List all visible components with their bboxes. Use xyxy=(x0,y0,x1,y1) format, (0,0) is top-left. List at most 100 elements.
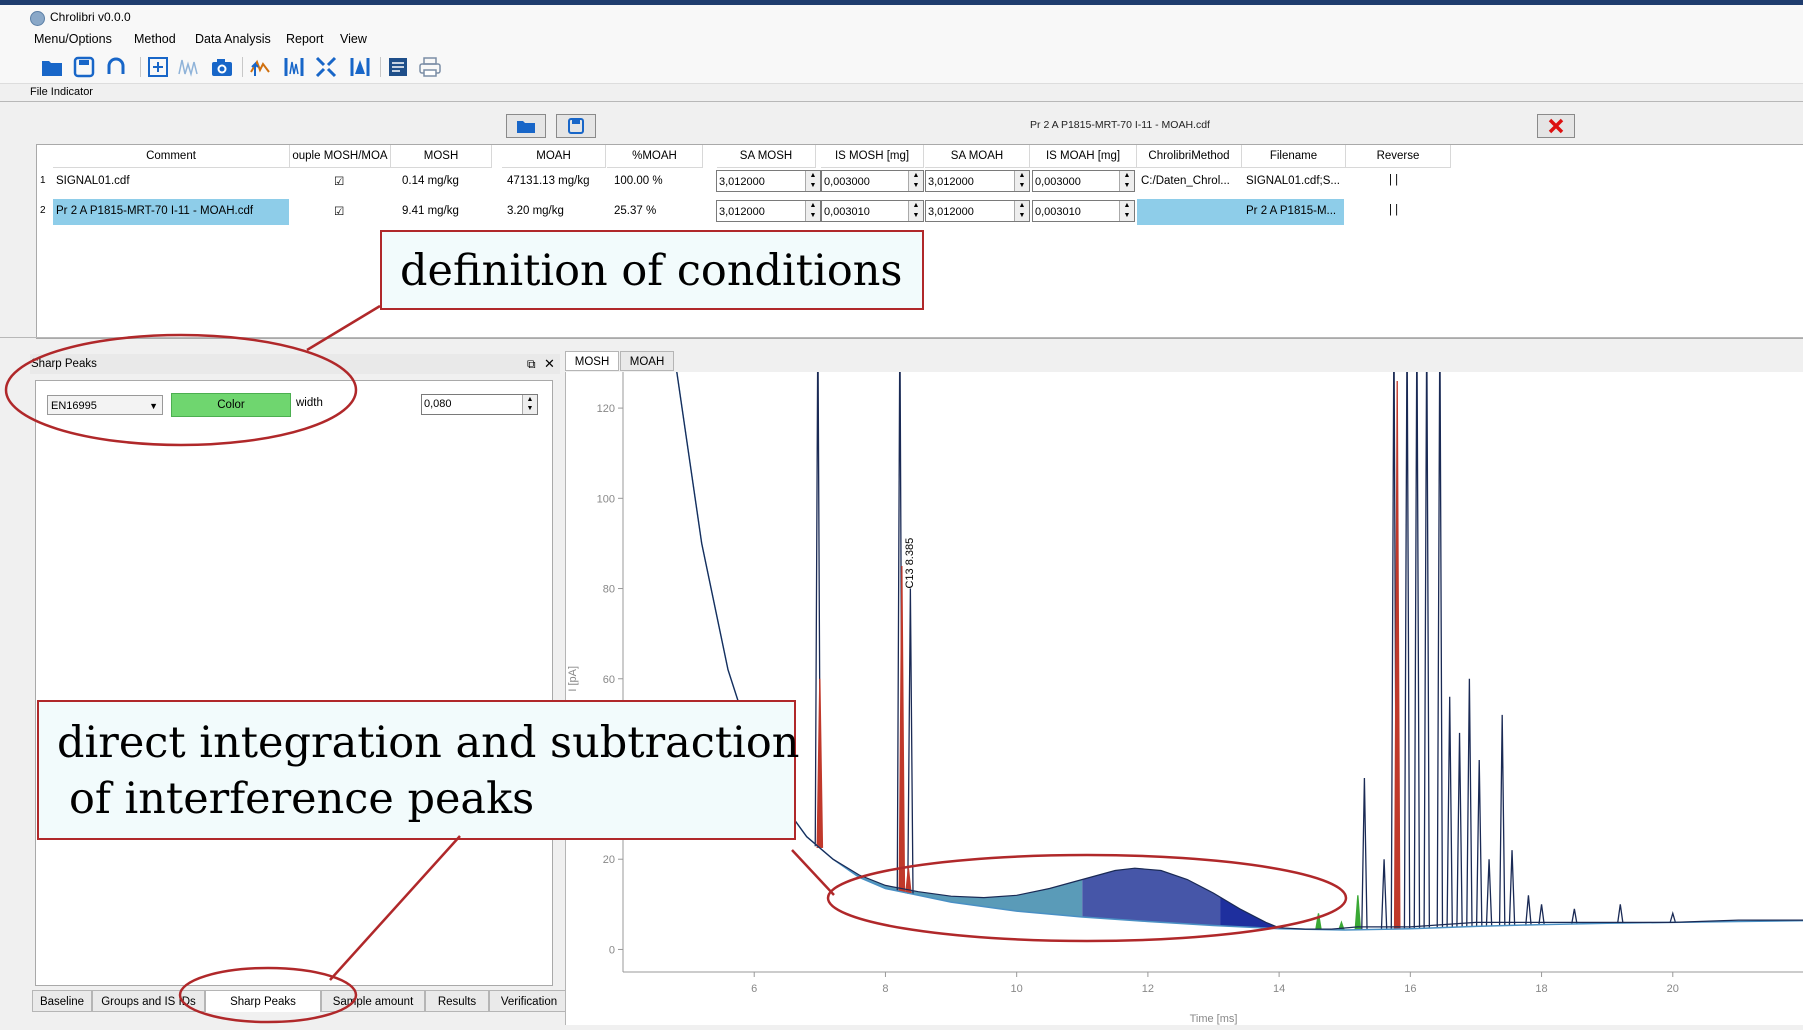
y-tick-label: 120 xyxy=(597,403,615,415)
col-header-pmoah[interactable]: %MOAH xyxy=(607,145,703,168)
open-file-button[interactable] xyxy=(506,114,546,138)
print-icon[interactable] xyxy=(418,55,442,79)
menu-report[interactable]: Report xyxy=(286,32,324,46)
x-tick-label: 16 xyxy=(1404,983,1416,995)
sharp-peak xyxy=(1618,904,1623,923)
col-header-is-mosh[interactable]: IS MOSH [mg] xyxy=(821,145,924,168)
toolbar-separator xyxy=(242,57,243,77)
spin-arrows-icon[interactable]: ▲▼ xyxy=(805,171,820,191)
tab-mosh[interactable]: MOSH xyxy=(565,351,619,371)
save-icon[interactable] xyxy=(72,55,96,79)
signal-series-line xyxy=(676,372,1803,929)
integration-fill xyxy=(1220,897,1286,929)
menu-options[interactable]: Menu/Options xyxy=(34,32,112,46)
x-tick-label: 12 xyxy=(1142,983,1154,995)
menu-data-analysis[interactable]: Data Analysis xyxy=(195,32,271,46)
integration-callout-line2: of interference peaks xyxy=(69,774,534,824)
spin-arrows-icon[interactable]: ▲▼ xyxy=(1119,171,1134,191)
sharp-peak xyxy=(1509,850,1514,925)
is-mosh-spinbox[interactable]: 0,003010▲▼ xyxy=(821,200,924,222)
x-tick-label: 20 xyxy=(1667,983,1679,995)
sharp-peak xyxy=(908,589,913,894)
x-axis-label: Time [ms] xyxy=(1190,1013,1238,1025)
chevron-down-icon: ▼ xyxy=(149,396,158,416)
chromatogram-chart[interactable]: 02040608010012068101214161820Time [ms]I … xyxy=(566,372,1803,1025)
chromatogram-chart-area[interactable]: 02040608010012068101214161820Time [ms]I … xyxy=(565,372,1803,1025)
sharp-peak xyxy=(1414,372,1419,928)
x-tick-label: 8 xyxy=(882,983,888,995)
col-header-reverse[interactable]: Reverse xyxy=(1346,145,1451,168)
width-spinbox[interactable]: 0,080 ▲▼ xyxy=(421,394,538,415)
open-folder-icon[interactable] xyxy=(40,55,64,79)
divider xyxy=(0,337,1803,338)
col-header-couple[interactable]: ouple MOSH/MOA xyxy=(290,145,391,168)
spin-arrows-icon[interactable]: ▲▼ xyxy=(522,395,537,414)
row-comment[interactable]: Pr 2 A P1815-MRT-70 I-11 - MOAH.cdf xyxy=(56,205,286,217)
row-couple-checkbox[interactable]: ☑ xyxy=(334,204,344,218)
color-button[interactable]: Color xyxy=(171,393,291,417)
sa-moah-spinbox[interactable]: 3,012000▲▼ xyxy=(925,200,1030,222)
col-header-sa-moah[interactable]: SA MOAH xyxy=(925,145,1030,168)
sa-mosh-spinbox[interactable]: 3,012000▲▼ xyxy=(716,170,821,192)
row-method[interactable]: C:/Daten_Chrol... xyxy=(1141,175,1230,187)
spin-arrows-icon[interactable]: ▲▼ xyxy=(908,201,923,221)
sharp-peak xyxy=(1526,895,1531,925)
tab-sharp-peaks[interactable]: Sharp Peaks xyxy=(205,990,321,1012)
undo-icon[interactable] xyxy=(104,55,128,79)
baseline-icon[interactable] xyxy=(248,55,272,79)
conditions-callout-text: definition of conditions xyxy=(400,246,902,296)
spin-arrows-icon[interactable]: ▲▼ xyxy=(908,171,923,191)
is-mosh-spinbox[interactable]: 0,003000▲▼ xyxy=(821,170,924,192)
row-comment[interactable]: SIGNAL01.cdf xyxy=(56,175,130,187)
report-icon[interactable] xyxy=(386,55,410,79)
sharp-peak xyxy=(1486,859,1491,926)
sa-moah-spinbox[interactable]: 3,012000 ▲▼ xyxy=(925,170,1030,192)
col-header-comment[interactable]: Comment xyxy=(53,145,290,168)
spin-arrows-icon[interactable]: ▲▼ xyxy=(1119,201,1134,221)
close-file-button[interactable] xyxy=(1537,114,1575,138)
spin-arrows-icon[interactable]: ▲▼ xyxy=(1014,201,1029,221)
col-header-moah[interactable]: MOAH xyxy=(502,145,606,168)
col-header-is-moah[interactable]: IS MOAH [mg] xyxy=(1030,145,1137,168)
sharp-peaks-panel xyxy=(35,380,553,986)
peaks-icon[interactable] xyxy=(348,55,372,79)
row-couple-checkbox[interactable]: ☑ xyxy=(334,174,344,188)
undock-icon[interactable]: ⧉ xyxy=(527,354,536,374)
row-reverse-toggle[interactable]: | | xyxy=(1389,204,1398,216)
is-moah-spinbox[interactable]: 0,003010▲▼ xyxy=(1032,200,1135,222)
chromatogram-icon[interactable] xyxy=(176,55,200,79)
is-moah-spinbox[interactable]: 0,003000▲▼ xyxy=(1032,170,1135,192)
col-header-mosh[interactable]: MOSH xyxy=(391,145,492,168)
tab-sample-amount[interactable]: Sample amount xyxy=(321,990,425,1012)
zoom-fit-icon[interactable] xyxy=(146,55,170,79)
integration-callout: direct integration and subtraction of in… xyxy=(37,700,796,840)
menu-view[interactable]: View xyxy=(340,32,367,46)
integrate-icon[interactable] xyxy=(282,55,306,79)
divider xyxy=(0,101,1803,102)
row-reverse-toggle[interactable]: | | xyxy=(1389,174,1398,186)
tab-baseline[interactable]: Baseline xyxy=(32,990,92,1012)
tab-results[interactable]: Results xyxy=(425,990,489,1012)
spin-arrows-icon[interactable]: ▲▼ xyxy=(805,201,820,221)
spin-arrows-icon[interactable]: ▲▼ xyxy=(1014,171,1029,191)
bottom-tab-bar: Baseline Groups and IS IDs Sharp Peaks S… xyxy=(26,990,561,1012)
close-panel-icon[interactable]: ✕ xyxy=(544,354,555,374)
sharp-peak xyxy=(1362,778,1367,930)
sa-mosh-spinbox[interactable]: 3,012000▲▼ xyxy=(716,200,821,222)
col-header-sa-mosh[interactable]: SA MOSH xyxy=(717,145,816,168)
sharp-peak xyxy=(1316,913,1321,929)
sharp-peak xyxy=(1424,372,1429,928)
tab-moah[interactable]: MOAH xyxy=(620,351,674,371)
tab-groups-is-ids[interactable]: Groups and IS IDs xyxy=(92,990,205,1012)
menu-method[interactable]: Method xyxy=(134,32,176,46)
sharp-peak xyxy=(1539,904,1544,924)
sa-moah-value: 3,012000 xyxy=(928,176,974,188)
tab-verification[interactable]: Verification xyxy=(489,990,569,1012)
col-header-filename[interactable]: Filename xyxy=(1242,145,1346,168)
expand-icon[interactable] xyxy=(314,55,338,79)
method-combobox[interactable]: EN16995 ▼ xyxy=(47,395,163,415)
sharp-peak xyxy=(817,679,822,848)
col-header-method[interactable]: ChrolibriMethod xyxy=(1137,145,1242,168)
camera-icon[interactable] xyxy=(210,55,234,79)
save-file-button[interactable] xyxy=(556,114,596,138)
